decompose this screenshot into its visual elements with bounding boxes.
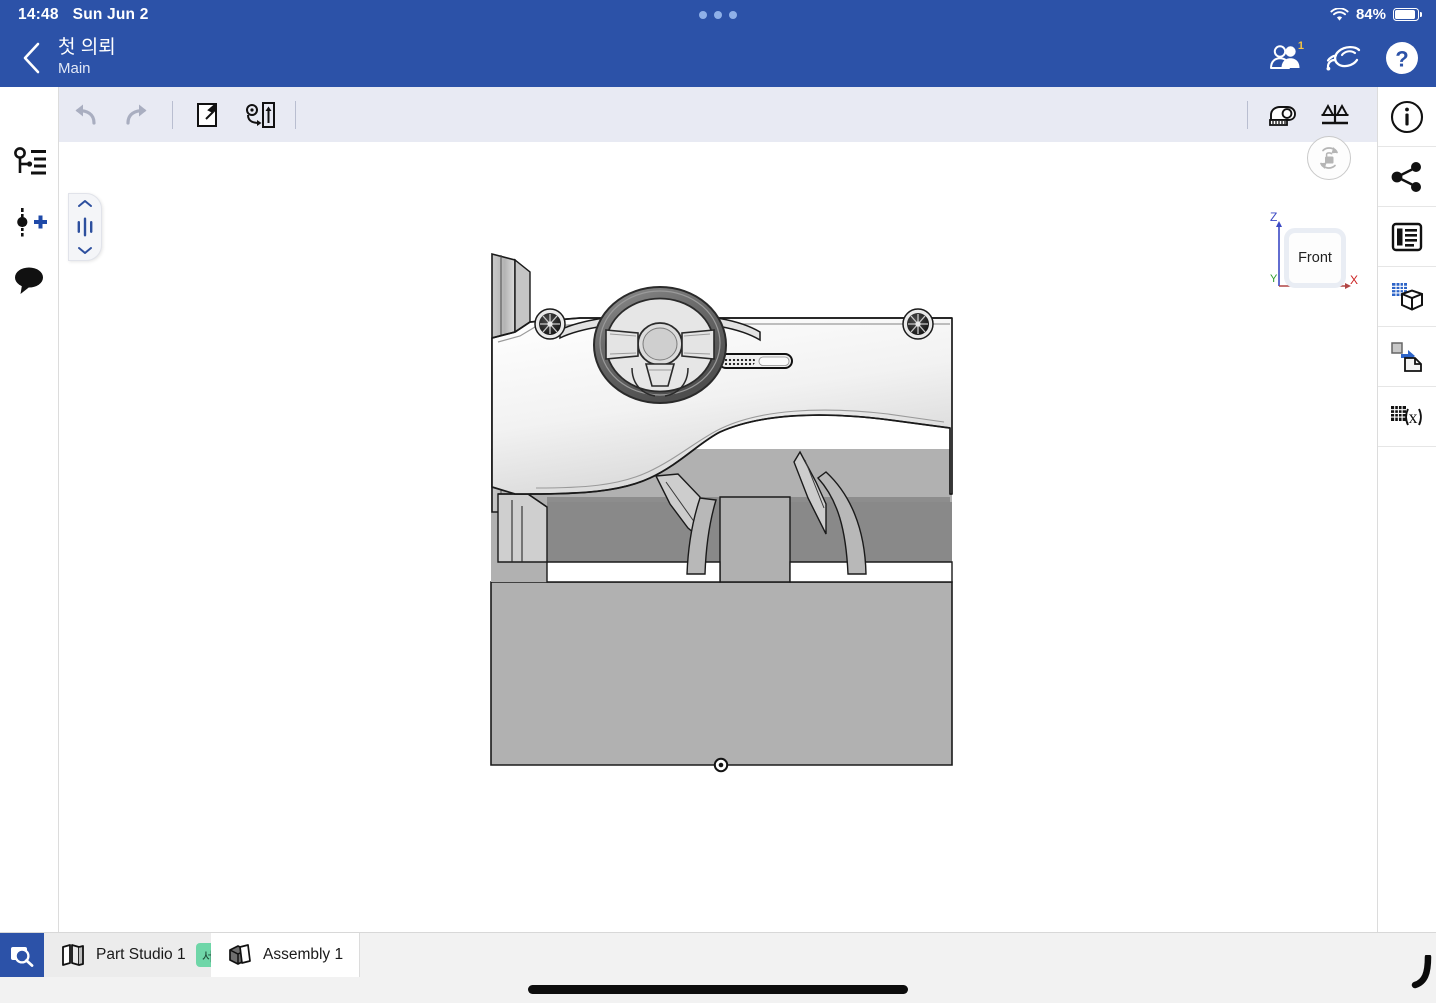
view-cube-front-face[interactable]: Front	[1284, 228, 1346, 288]
help-button[interactable]: ?	[1382, 38, 1422, 78]
document-name: 첫 의뢰	[58, 37, 116, 58]
svg-text:?: ?	[1395, 47, 1408, 72]
battery-percent-label: 84%	[1355, 6, 1386, 23]
details-button[interactable]	[1378, 87, 1436, 147]
collaborators-badge: 1	[1297, 40, 1304, 52]
feature-list-icon	[13, 147, 47, 177]
derived-button[interactable]	[1378, 327, 1436, 387]
mate-connector-icon	[244, 101, 276, 129]
tab-search-button[interactable]	[0, 933, 44, 977]
graphics-viewport[interactable]	[60, 142, 1377, 932]
axis-z-label: Z	[1270, 210, 1278, 224]
undo-button[interactable]	[59, 87, 111, 142]
collaborators-button[interactable]: 1	[1266, 38, 1306, 78]
insert-part-icon	[193, 101, 223, 129]
document-title-block[interactable]: 첫 의뢰 Main	[58, 36, 116, 79]
cursor-hook-icon	[1408, 955, 1432, 989]
redo-icon	[122, 102, 152, 128]
toolbar-divider	[172, 100, 173, 129]
measure-icon	[1267, 102, 1299, 128]
status-bar-left: 14:48 Sun Jun 2	[18, 0, 149, 29]
mass-properties-button[interactable]	[1309, 87, 1361, 142]
axis-x-label: X	[1349, 273, 1358, 287]
assembly-icon	[227, 943, 253, 967]
help-icon: ?	[1386, 42, 1418, 74]
view-cube[interactable]: Z Y X Front	[1270, 210, 1358, 300]
mate-connector-button[interactable]	[234, 87, 286, 142]
derive-icon	[1389, 340, 1425, 374]
bom-button[interactable]	[1378, 267, 1436, 327]
chevron-down-icon[interactable]	[77, 246, 93, 255]
add-instance-icon	[12, 207, 48, 237]
follow-mode-icon	[1326, 45, 1361, 71]
onshape-app-window: 14:48 Sun Jun 2 84% 첫 의뢰 Main 1 ? x Z Y …	[0, 0, 1436, 1003]
tab-label: Part Studio 1	[96, 946, 186, 963]
redo-button[interactable]	[111, 87, 163, 142]
assembly-toolbar	[59, 87, 1377, 142]
back-button[interactable]	[10, 29, 54, 87]
workspace-name: Main	[58, 60, 91, 77]
clock-date: Sun Jun 2	[72, 5, 149, 23]
multitask-dots-icon[interactable]	[699, 0, 737, 29]
sidebar-item-comments[interactable]	[0, 250, 59, 310]
wifi-icon	[1330, 7, 1349, 22]
svg-text:x: x	[1409, 407, 1418, 427]
battery-icon	[1393, 8, 1422, 21]
measure-button[interactable]	[1257, 87, 1309, 142]
cad-model[interactable]	[60, 142, 1377, 932]
undo-icon	[70, 102, 100, 128]
description-icon	[1390, 220, 1424, 254]
status-bar-right: 84%	[1330, 0, 1422, 29]
clock-time: 14:48	[18, 5, 59, 23]
share-button[interactable]	[1378, 147, 1436, 207]
steering-wheel	[593, 286, 727, 404]
mass-properties-icon	[1320, 101, 1350, 129]
share-icon	[1389, 161, 1425, 193]
sidebar-item-feature-list[interactable]	[0, 132, 59, 192]
app-header: 첫 의뢰 Main 1 ?	[0, 29, 1436, 87]
bottom-tab-bar: Part Studio 1 서 Assembly 1	[0, 932, 1436, 1003]
rollback-handle-icon	[76, 217, 94, 237]
tab-assembly-1[interactable]: Assembly 1	[211, 933, 361, 977]
chevron-up-icon[interactable]	[77, 199, 93, 208]
left-toolbar	[0, 87, 59, 932]
toolbar-right-group	[1238, 87, 1361, 142]
variables-icon: x	[1389, 401, 1425, 433]
rotate-lock-icon	[1320, 147, 1338, 169]
chevron-left-icon	[23, 42, 40, 74]
right-toolbar: x	[1377, 87, 1436, 932]
search-icon	[11, 947, 34, 967]
app-header-actions: 1 ?	[1266, 29, 1422, 87]
rollback-bar-handle[interactable]	[68, 193, 102, 261]
bom-icon	[1389, 280, 1425, 314]
part-studio-icon	[60, 943, 86, 967]
toolbar-divider-3	[1247, 100, 1248, 129]
toolbar-divider-2	[295, 100, 296, 129]
properties-button[interactable]	[1378, 207, 1436, 267]
origin-point-icon	[713, 757, 729, 773]
info-icon	[1389, 99, 1425, 135]
tab-label: Assembly 1	[263, 946, 344, 963]
insert-part-button[interactable]	[182, 87, 234, 142]
sidebar-item-insert[interactable]	[0, 192, 59, 252]
axis-y-label: Y	[1270, 273, 1278, 285]
follow-mode-button[interactable]	[1324, 38, 1364, 78]
tab-part-studio-1[interactable]: Part Studio 1 서	[44, 933, 237, 977]
home-indicator[interactable]	[528, 985, 908, 994]
rotate-lock-button[interactable]	[1307, 136, 1351, 180]
variables-button[interactable]: x	[1378, 387, 1436, 447]
comment-icon	[13, 265, 47, 295]
ios-status-bar: 14:48 Sun Jun 2 84%	[0, 0, 1436, 29]
